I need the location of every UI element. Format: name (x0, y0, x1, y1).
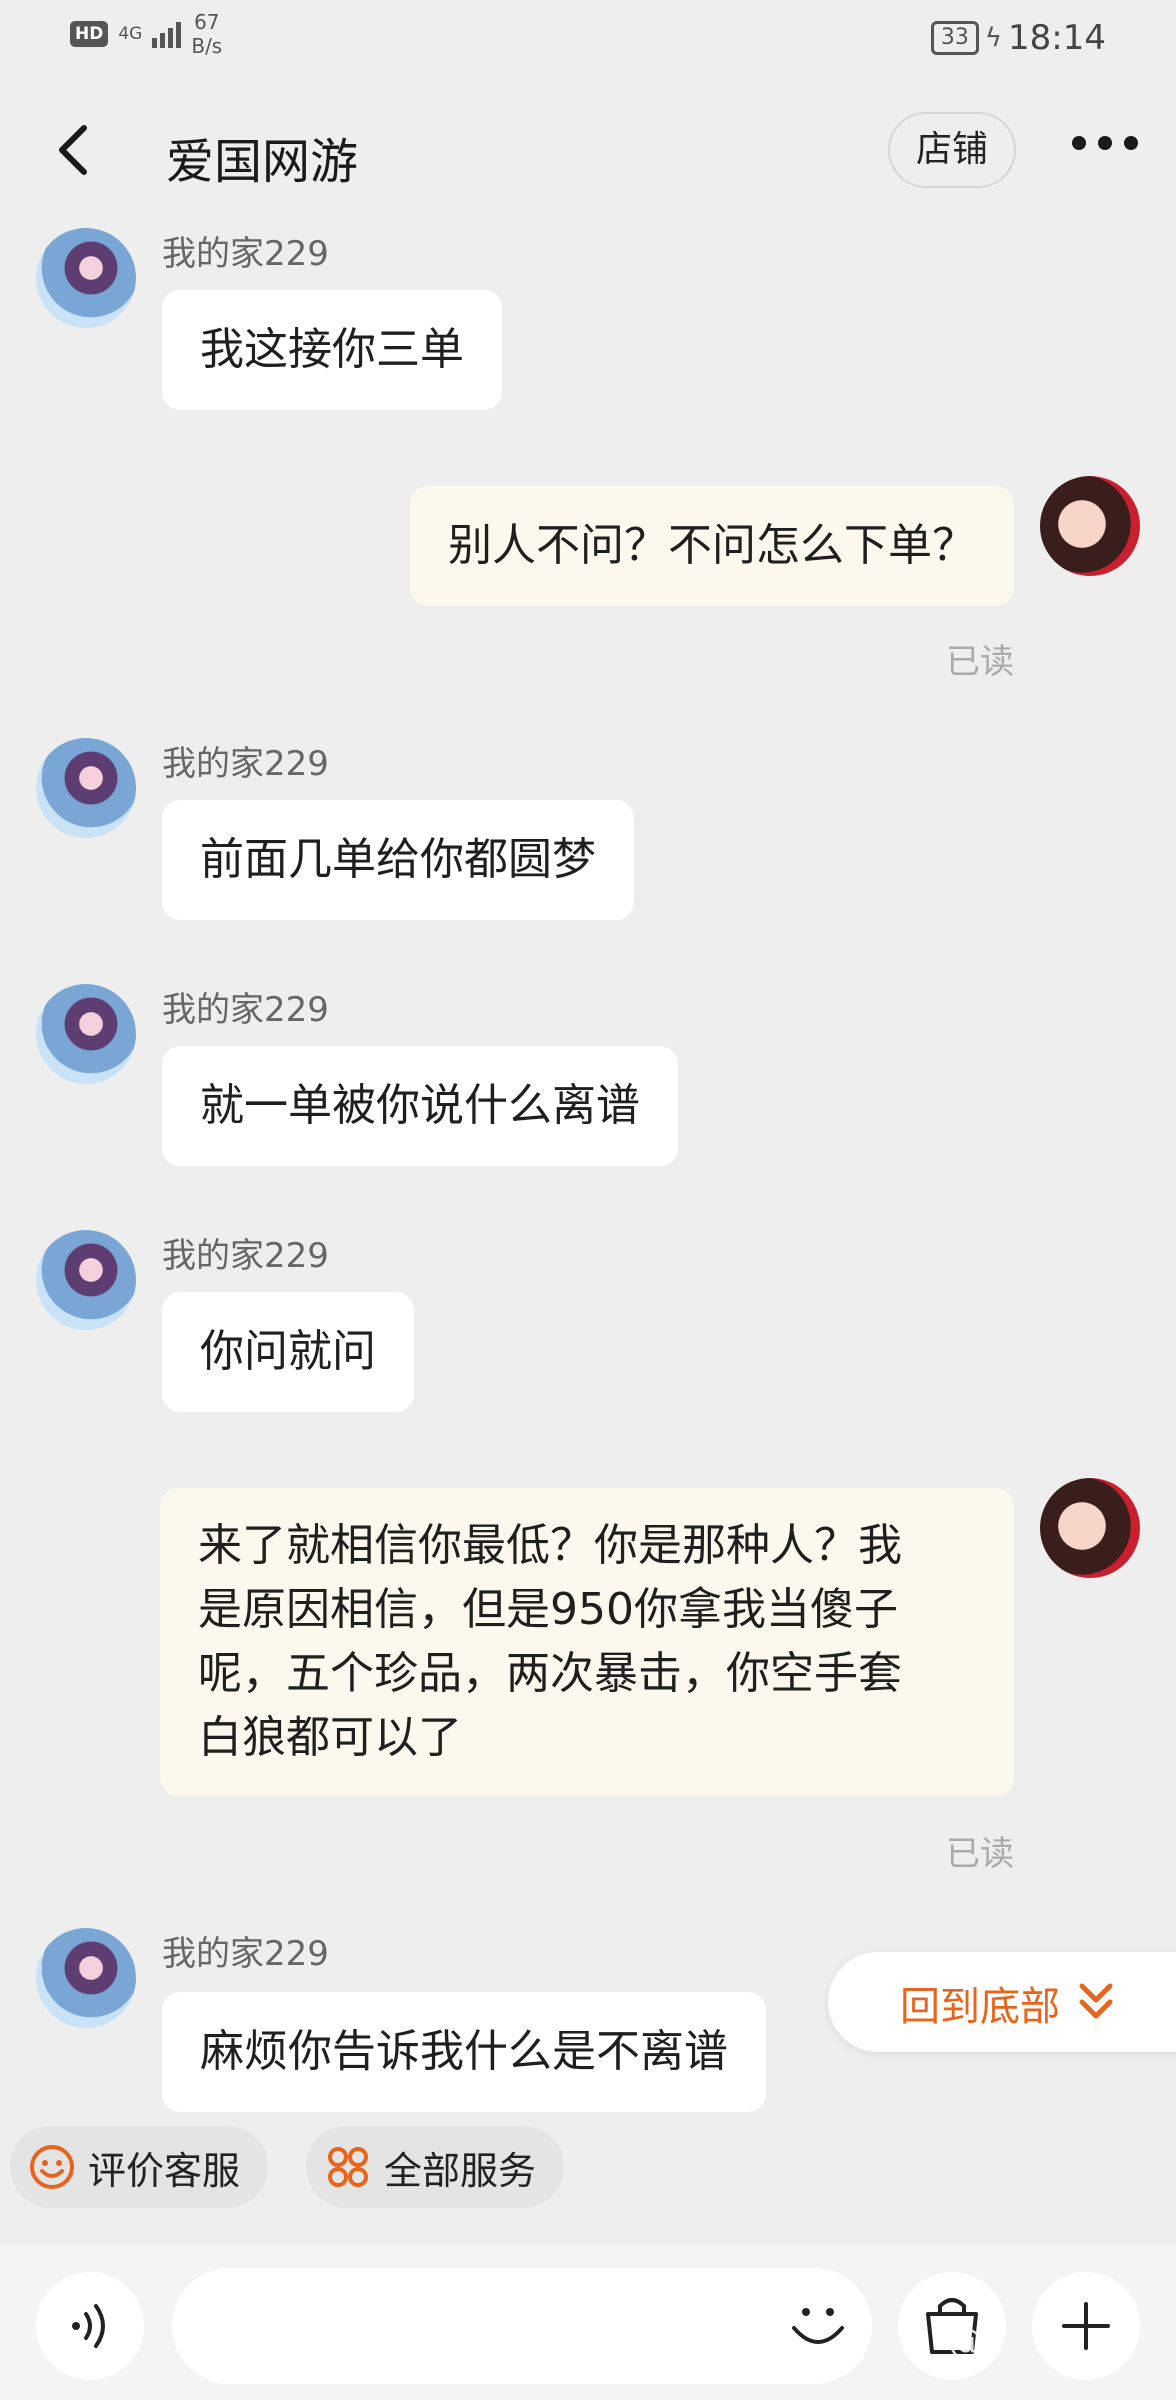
network-type: 4G (118, 24, 143, 44)
message-line: 白狼都可以了 (198, 1712, 462, 1763)
watermark: @ (948, 2322, 984, 2363)
message-bubble[interactable]: 别人不问？不问怎么下单？ (410, 486, 1014, 606)
rate-service-chip[interactable]: 评价客服 (10, 2126, 269, 2208)
plus-icon (1062, 2302, 1110, 2350)
chevron-left-icon (59, 125, 87, 175)
avatar[interactable] (36, 228, 136, 328)
hd-badge: HD (70, 21, 109, 47)
grid-icon (328, 2147, 368, 2187)
chip-label: 全部服务 (384, 2148, 537, 2193)
signal-icon (152, 20, 182, 48)
avatar[interactable] (1040, 476, 1140, 576)
message-bubble[interactable]: 你问就问 (162, 1292, 414, 1412)
speed-unit: B/s (191, 34, 223, 58)
sender-name: 我的家229 (162, 234, 329, 274)
read-status: 已读 (946, 642, 1014, 682)
chat-screen: HD 4G 67 B/s 33 ϟ 18:14 爱国网游 店铺 我的家229 我… (0, 0, 1176, 2400)
message-line: 来了就相信你最低？你是那种人？我 (198, 1520, 902, 1571)
sender-name: 我的家229 (162, 990, 329, 1030)
chat-header: 爱国网游 店铺 (0, 100, 1176, 200)
all-services-chip[interactable]: 全部服务 (306, 2126, 565, 2208)
more-dot-icon (1124, 136, 1138, 150)
more-dot-icon (1098, 136, 1112, 150)
message-line: 呢，五个珍品，两次暴击，你空手套 (198, 1648, 902, 1699)
avatar[interactable] (1040, 1478, 1140, 1578)
avatar[interactable] (36, 1230, 136, 1330)
message-bubble[interactable]: 我这接你三单 (162, 290, 502, 410)
network-speed: 67 B/s (191, 10, 222, 58)
message-bubble[interactable]: 来了就相信你最低？你是那种人？我 是原因相信，但是950你拿我当傻子 呢，五个珍… (160, 1488, 1014, 1796)
smiley-icon (30, 2145, 74, 2189)
message-input[interactable] (172, 2268, 872, 2384)
clock: 18:14 (1008, 18, 1106, 58)
voice-button[interactable] (36, 2272, 144, 2380)
message-bubble[interactable]: 麻烦你告诉我什么是不离谱 (162, 1992, 766, 2112)
voice-icon (72, 2304, 105, 2348)
sender-name: 我的家229 (162, 1934, 329, 1974)
more-options-button[interactable] (1072, 136, 1138, 150)
add-button[interactable] (1032, 2272, 1140, 2380)
back-to-bottom-button[interactable]: 回到底部 (828, 1952, 1176, 2052)
double-chevron-down-icon (1079, 1983, 1113, 2019)
chip-label: 评价客服 (88, 2148, 241, 2193)
sender-name: 我的家229 (162, 1236, 329, 1276)
charging-icon: ϟ (984, 23, 1003, 53)
message-bubble[interactable]: 就一单被你说什么离谱 (162, 1046, 678, 1166)
back-to-bottom-label: 回到底部 (900, 1984, 1060, 2030)
avatar[interactable] (36, 1928, 136, 2028)
read-status: 已读 (946, 1834, 1014, 1874)
back-button[interactable] (50, 120, 100, 180)
input-bar (0, 2244, 1176, 2400)
battery-icon: 33 (930, 21, 979, 55)
shop-button[interactable]: 店铺 (888, 112, 1016, 188)
emoji-icon[interactable] (786, 2294, 850, 2358)
avatar[interactable] (36, 984, 136, 1084)
page-title: 爱国网游 (166, 134, 359, 190)
speed-value: 67 (194, 10, 220, 34)
avatar[interactable] (36, 738, 136, 838)
more-dot-icon (1072, 136, 1086, 150)
sender-name: 我的家229 (162, 744, 329, 784)
message-line: 是原因相信，但是950你拿我当傻子 (198, 1584, 898, 1635)
message-bubble[interactable]: 前面几单给你都圆梦 (162, 800, 634, 920)
status-bar: HD 4G 67 B/s 33 ϟ 18:14 (0, 0, 1176, 80)
